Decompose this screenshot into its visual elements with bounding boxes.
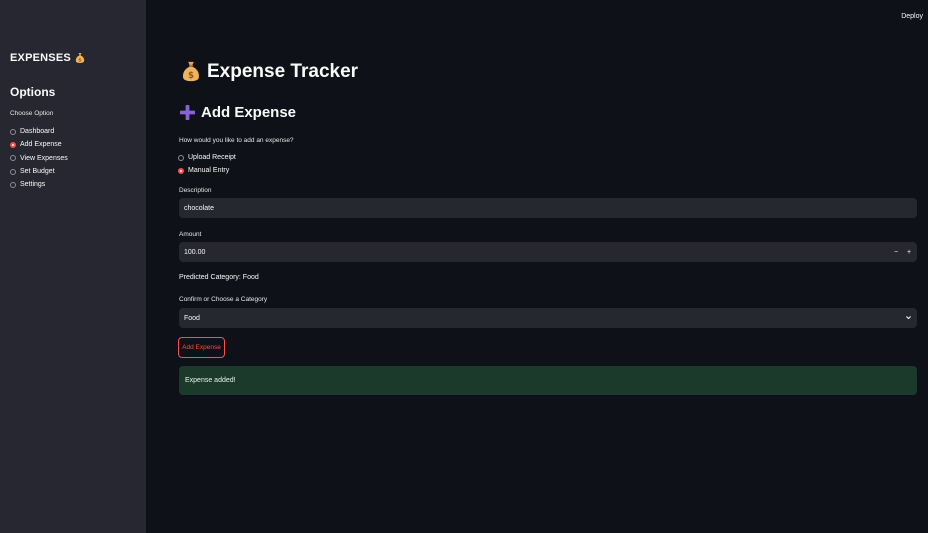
category-label: Confirm or Choose a Category bbox=[179, 296, 268, 303]
plus-icon bbox=[179, 104, 196, 121]
nav-option-add-expense[interactable]: Add Expense bbox=[10, 138, 68, 151]
nav-radio-group: Dashboard Add Expense View Expenses Set … bbox=[10, 125, 68, 191]
radio-circle-icon bbox=[10, 155, 16, 162]
nav-option-label: Add Expense bbox=[20, 141, 62, 149]
section-title: Add Expense bbox=[179, 104, 296, 121]
entry-method-radio-group: Upload Receipt Manual Entry bbox=[178, 151, 236, 178]
category-select[interactable]: Food bbox=[179, 308, 917, 328]
svg-text:$: $ bbox=[188, 71, 194, 81]
increment-button[interactable]: + bbox=[904, 245, 914, 259]
description-value: chocolate bbox=[184, 204, 214, 212]
method-option-label: Manual Entry bbox=[188, 167, 230, 175]
success-message: Expense added! bbox=[185, 377, 236, 384]
radio-circle-icon bbox=[10, 168, 16, 175]
nav-option-set-budget[interactable]: Set Budget bbox=[10, 165, 68, 178]
page-title-text: Expense Tracker bbox=[207, 60, 359, 82]
nav-option-view-expenses[interactable]: View Expenses bbox=[10, 152, 68, 165]
success-alert: Expense added! bbox=[179, 366, 917, 395]
method-option-upload-receipt[interactable]: Upload Receipt bbox=[178, 151, 236, 164]
sidebar: EXPENSES $ Options Choose Option Dashboa… bbox=[0, 0, 146, 533]
method-option-manual-entry[interactable]: Manual Entry bbox=[178, 164, 236, 177]
amount-stepper: − + bbox=[891, 242, 914, 262]
section-title-text: Add Expense bbox=[201, 104, 297, 121]
nav-option-label: Dashboard bbox=[20, 128, 55, 136]
money-bag-icon: $ bbox=[183, 61, 199, 81]
money-bag-icon: $ bbox=[75, 53, 85, 64]
predicted-category-text: Predicted Category: Food bbox=[179, 274, 259, 281]
description-label: Description bbox=[179, 187, 212, 194]
chevron-down-icon bbox=[906, 316, 911, 320]
description-input[interactable]: chocolate bbox=[179, 198, 917, 218]
radio-circle-icon bbox=[178, 154, 184, 161]
choose-option-label: Choose Option bbox=[10, 110, 54, 117]
nav-option-label: Settings bbox=[20, 181, 46, 189]
radio-circle-icon bbox=[10, 181, 16, 188]
nav-option-dashboard[interactable]: Dashboard bbox=[10, 125, 68, 138]
amount-label: Amount bbox=[179, 231, 202, 238]
page-title: $ Expense Tracker bbox=[181, 60, 358, 83]
nav-option-label: View Expenses bbox=[20, 154, 68, 162]
category-value: Food bbox=[184, 314, 200, 322]
nav-option-settings[interactable]: Settings bbox=[10, 178, 68, 191]
decrement-button[interactable]: − bbox=[891, 245, 901, 259]
svg-text:$: $ bbox=[78, 58, 81, 64]
sidebar-title: EXPENSES $ bbox=[10, 52, 85, 64]
sidebar-title-text: EXPENSES bbox=[10, 52, 71, 64]
radio-selected-icon bbox=[178, 167, 184, 174]
method-option-label: Upload Receipt bbox=[188, 154, 236, 162]
radio-selected-icon bbox=[10, 141, 16, 148]
radio-circle-icon bbox=[10, 128, 16, 135]
entry-method-question: How would you like to add an expense? bbox=[179, 137, 294, 144]
options-heading: Options bbox=[10, 85, 56, 99]
add-expense-button[interactable]: Add Expense bbox=[178, 337, 225, 358]
deploy-button[interactable]: Deploy bbox=[901, 13, 923, 20]
amount-input[interactable]: 100.00 − + bbox=[179, 242, 917, 262]
amount-value: 100.00 bbox=[184, 248, 206, 256]
nav-option-label: Set Budget bbox=[20, 168, 55, 176]
